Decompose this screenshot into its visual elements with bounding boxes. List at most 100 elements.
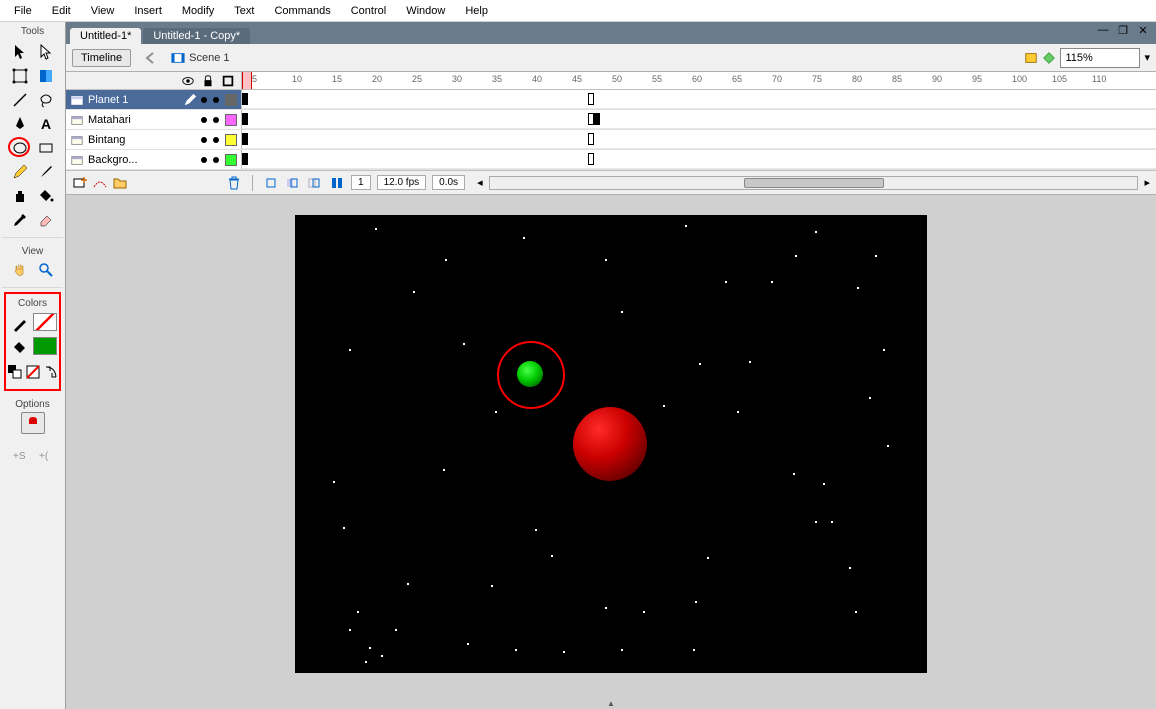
ruler-tick: 40 [532,74,542,84]
menu-text[interactable]: Text [224,2,264,20]
tab-untitled-1[interactable]: Untitled-1* [70,28,141,44]
fill-swatch[interactable] [33,337,57,355]
text-tool[interactable]: A [34,113,58,135]
outline-color-box[interactable] [225,154,237,166]
layer-row[interactable]: Planet 1 [66,90,1156,110]
playhead[interactable] [242,72,252,89]
pencil-tool[interactable] [8,161,32,183]
menu-view[interactable]: View [81,2,125,20]
eraser-tool[interactable] [34,209,58,231]
planet-matahari[interactable] [573,407,647,481]
timeline-scrollbar[interactable] [744,178,884,188]
keyframe-end[interactable] [588,153,594,165]
keyframe[interactable] [242,153,248,165]
visibility-dot[interactable] [201,157,207,163]
stroke-color-icon[interactable] [8,313,31,335]
new-layer-button[interactable] [72,175,88,191]
frame-ruler[interactable]: 5101520253035404550556065707580859095100… [242,72,1156,89]
delete-layer-button[interactable] [226,175,242,191]
eyedropper-tool[interactable] [8,209,32,231]
layer-track[interactable] [242,130,1156,149]
layer-row[interactable]: Matahari [66,110,1156,130]
subselection-tool[interactable] [34,41,58,63]
tab-untitled-1-copy[interactable]: Untitled-1 - Copy* [143,28,250,44]
visibility-dot[interactable] [201,117,207,123]
pen-tool[interactable] [8,113,32,135]
zoom-dropdown-icon[interactable]: ▾ [1144,51,1150,64]
onion-skin-button[interactable] [285,175,301,191]
onion-skin-outlines-button[interactable] [307,175,323,191]
outline-color-box[interactable] [225,114,237,126]
menu-modify[interactable]: Modify [172,2,224,20]
layer-track[interactable] [242,150,1156,169]
panel-expand-icon[interactable]: ▲ [607,699,615,708]
back-button[interactable] [139,47,163,69]
gradient-transform-tool[interactable] [34,65,58,87]
lock-dot[interactable] [213,137,219,143]
layer-row[interactable]: Bintang [66,130,1156,150]
lock-icon[interactable] [201,74,215,88]
timeline-scroll-left[interactable]: ◂ [477,176,483,189]
outline-icon[interactable] [221,74,235,88]
paint-bucket-tool[interactable] [34,185,58,207]
free-transform-tool[interactable] [8,65,32,87]
rectangle-tool[interactable] [34,137,58,159]
keyframe[interactable] [242,93,248,105]
zoom-select[interactable] [1060,48,1140,68]
visibility-dot[interactable] [201,97,207,103]
oval-selection[interactable] [497,341,565,409]
ruler-tick: 35 [492,74,502,84]
star [815,521,817,523]
edit-multiple-frames-button[interactable] [329,175,345,191]
lock-dot[interactable] [213,97,219,103]
outline-color-box[interactable] [225,94,237,106]
window-close[interactable]: ✕ [1136,24,1150,37]
show-hide-icon[interactable] [181,74,195,88]
edit-scene-icon[interactable] [1024,51,1038,65]
no-color[interactable] [25,361,41,383]
star [693,649,695,651]
selection-tool[interactable] [8,41,32,63]
lock-dot[interactable] [213,117,219,123]
ink-bottle-tool[interactable] [8,185,32,207]
menu-edit[interactable]: Edit [42,2,81,20]
menu-help[interactable]: Help [455,2,498,20]
visibility-dot[interactable] [201,137,207,143]
keyframe-end[interactable] [588,133,594,145]
new-folder-button[interactable] [112,175,128,191]
layer-track[interactable] [242,110,1156,129]
lasso-tool[interactable] [34,89,58,111]
keyframe[interactable] [242,113,248,125]
timeline-scroll-right[interactable]: ▸ [1144,176,1150,189]
window-minimize[interactable]: — [1096,24,1110,37]
menu-file[interactable]: File [4,2,42,20]
window-maximize[interactable]: ❐ [1116,24,1130,37]
keyframe[interactable] [242,133,248,145]
layer-track[interactable] [242,90,1156,109]
fill-color-icon[interactable] [8,337,31,359]
keyframe-end[interactable] [588,93,594,105]
menu-control[interactable]: Control [341,2,396,20]
zoom-tool[interactable] [34,259,58,281]
brush-tool[interactable] [34,161,58,183]
layer-row[interactable]: Backgro... [66,150,1156,170]
timeline-button[interactable]: Timeline [72,49,131,67]
stroke-swatch[interactable] [33,313,57,331]
edit-symbols-icon[interactable] [1042,51,1056,65]
menu-insert[interactable]: Insert [124,2,172,20]
center-frame-button[interactable] [263,175,279,191]
stage[interactable] [295,215,927,673]
line-tool[interactable] [8,89,32,111]
swap-colors[interactable] [43,361,59,383]
oval-tool[interactable] [8,137,32,159]
lock-dot[interactable] [213,157,219,163]
default-colors[interactable] [7,361,23,383]
add-motion-guide-button[interactable] [92,175,108,191]
ruler-tick: 50 [612,74,622,84]
keyframe[interactable] [594,113,600,125]
menu-window[interactable]: Window [396,2,455,20]
outline-color-box[interactable] [225,134,237,146]
snap-option[interactable] [21,412,45,434]
menu-commands[interactable]: Commands [264,2,340,20]
hand-tool[interactable] [8,259,32,281]
